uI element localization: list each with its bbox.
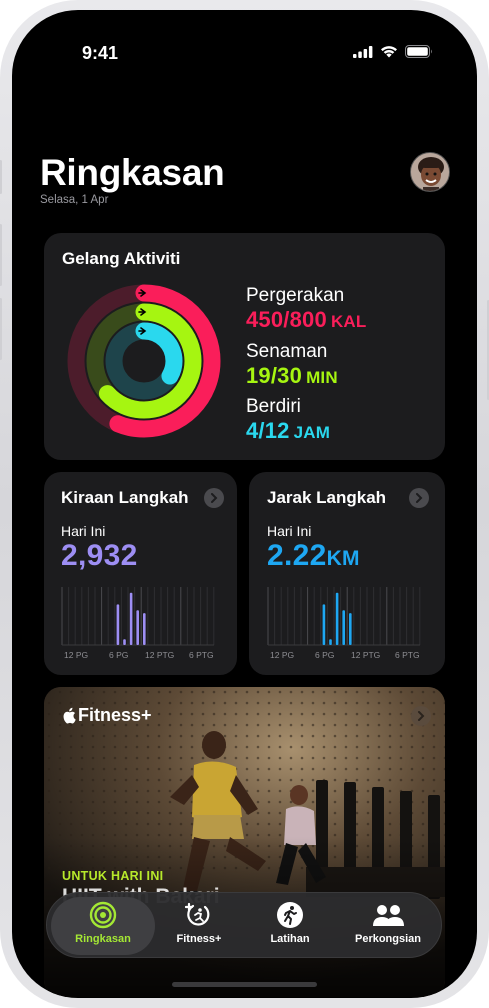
home-indicator (172, 982, 317, 987)
tab-bar: Ringkasan Fitness+ Latihan Perkongsian (46, 892, 442, 958)
battery-icon (405, 45, 432, 58)
status-time: 9:41 (82, 43, 119, 63)
steps-card-title: Kiraan Langkah (61, 488, 189, 507)
sharing-people-icon (373, 905, 404, 926)
chevron-right-icon (418, 711, 425, 721)
steps-today-label: Hari Ini (61, 523, 106, 539)
steps-bar (143, 613, 146, 645)
step-count-card[interactable]: Kiraan Langkah Hari Ini 2,932 12 PG 6 PG… (44, 472, 237, 675)
steps-bar (136, 610, 139, 645)
distance-tick-6pm: 6 PTG (395, 650, 420, 660)
fitness-logo-text: Fitness+ (78, 705, 152, 725)
distance-tick-12pm: 12 PTG (351, 650, 380, 660)
fitness-detail-button[interactable] (411, 706, 431, 726)
stand-unit: JAM (293, 423, 331, 442)
move-unit: KAL (330, 312, 367, 331)
cellular-signal-icon (353, 45, 373, 58)
steps-tick-12pm: 12 PTG (145, 650, 174, 660)
stand-value: 4/12 (246, 418, 290, 443)
exercise-value: 19/30 (246, 363, 303, 388)
distance-bar (322, 604, 326, 645)
steps-bar (123, 639, 126, 645)
exercise-label: Senaman (246, 341, 328, 362)
exercise-value-row: 19/30 MIN (246, 363, 338, 389)
distance-bar (329, 639, 332, 645)
tab-fitness-plus-label: Fitness+ (176, 933, 222, 945)
tab-summary[interactable]: Ringkasan (51, 897, 155, 955)
activity-rings-card[interactable]: Gelang Aktiviti Pergerakan 450/800 KAL Se… (44, 233, 445, 460)
steps-detail-button[interactable] (204, 488, 224, 508)
page-title: Ringkasan (40, 152, 225, 193)
distance-bar (349, 613, 352, 645)
profile-avatar[interactable] (410, 152, 450, 192)
distance-today-label: Hari Ini (267, 523, 312, 539)
distance-unit: KM (326, 547, 360, 570)
steps-tick-12am: 12 PG (64, 650, 88, 660)
distance-value: 2.22 (267, 539, 327, 572)
tab-fitness-plus[interactable]: Fitness+ (155, 897, 243, 955)
wifi-icon (381, 46, 397, 58)
for-today-label: UNTUK HARI INI (62, 869, 164, 883)
status-bar: 9:41 (12, 10, 477, 70)
move-value: 450/800 (246, 307, 327, 332)
chevron-right-icon (416, 493, 423, 503)
apple-logo-icon (63, 707, 76, 724)
tab-sharing-label: Perkongsian (354, 933, 422, 945)
distance-value-row: 2.22KM (267, 539, 360, 573)
stand-value-row: 4/12 JAM (246, 418, 330, 444)
move-value-row: 450/800 KAL (246, 307, 366, 333)
steps-tick-6pm: 6 PTG (189, 650, 214, 660)
page-date: Selasa, 1 Apr (40, 194, 109, 206)
volume-up-button (0, 224, 2, 286)
steps-mini-chart: 12 PG 6 PG 12 PTG 6 PTG (61, 587, 215, 660)
memoji-avatar-icon (411, 153, 449, 191)
distance-card-title: Jarak Langkah (267, 488, 387, 507)
distance-tick-12am: 12 PG (270, 650, 294, 660)
workout-runner-icon (277, 902, 303, 928)
steps-bar (116, 604, 120, 645)
distance-bar (342, 610, 345, 645)
fitness-plus-icon (185, 902, 210, 926)
tab-workouts-label: Latihan (270, 933, 310, 945)
summary-rings-icon (89, 901, 117, 929)
stand-metric: Berdiri 4/12 JAM (246, 396, 330, 444)
activity-card-title: Gelang Aktiviti (62, 249, 181, 268)
move-label: Pergerakan (246, 285, 345, 306)
tab-workouts[interactable]: Latihan (250, 897, 330, 955)
steps-value: 2,932 (61, 539, 138, 572)
chevron-right-icon (211, 493, 218, 503)
screen: 9:41 Ringkasan Selasa, 1 Apr Gelang Akti… (12, 10, 477, 998)
status-icons (353, 45, 433, 58)
side-button (0, 160, 2, 194)
stand-label: Berdiri (246, 396, 301, 417)
distance-detail-button[interactable] (409, 488, 429, 508)
volume-down-button (0, 298, 2, 360)
tab-summary-label: Ringkasan (75, 933, 131, 945)
steps-tick-6am: 6 PG (109, 650, 128, 660)
step-distance-card[interactable]: Jarak Langkah Hari Ini 2.22KM 12 PG 6 PG… (249, 472, 445, 675)
distance-mini-chart: 12 PG 6 PG 12 PTG 6 PTG (267, 587, 421, 660)
exercise-metric: Senaman 19/30 MIN (246, 341, 338, 389)
distance-bar (335, 592, 339, 645)
move-metric: Pergerakan 450/800 KAL (246, 285, 366, 333)
distance-tick-6am: 6 PG (315, 650, 334, 660)
exercise-unit: MIN (306, 368, 338, 387)
fitness-plus-logo: Fitness+ (62, 705, 152, 726)
steps-bar (129, 592, 133, 645)
tab-sharing[interactable]: Perkongsian (337, 897, 439, 955)
activity-rings-chart (67, 284, 221, 438)
